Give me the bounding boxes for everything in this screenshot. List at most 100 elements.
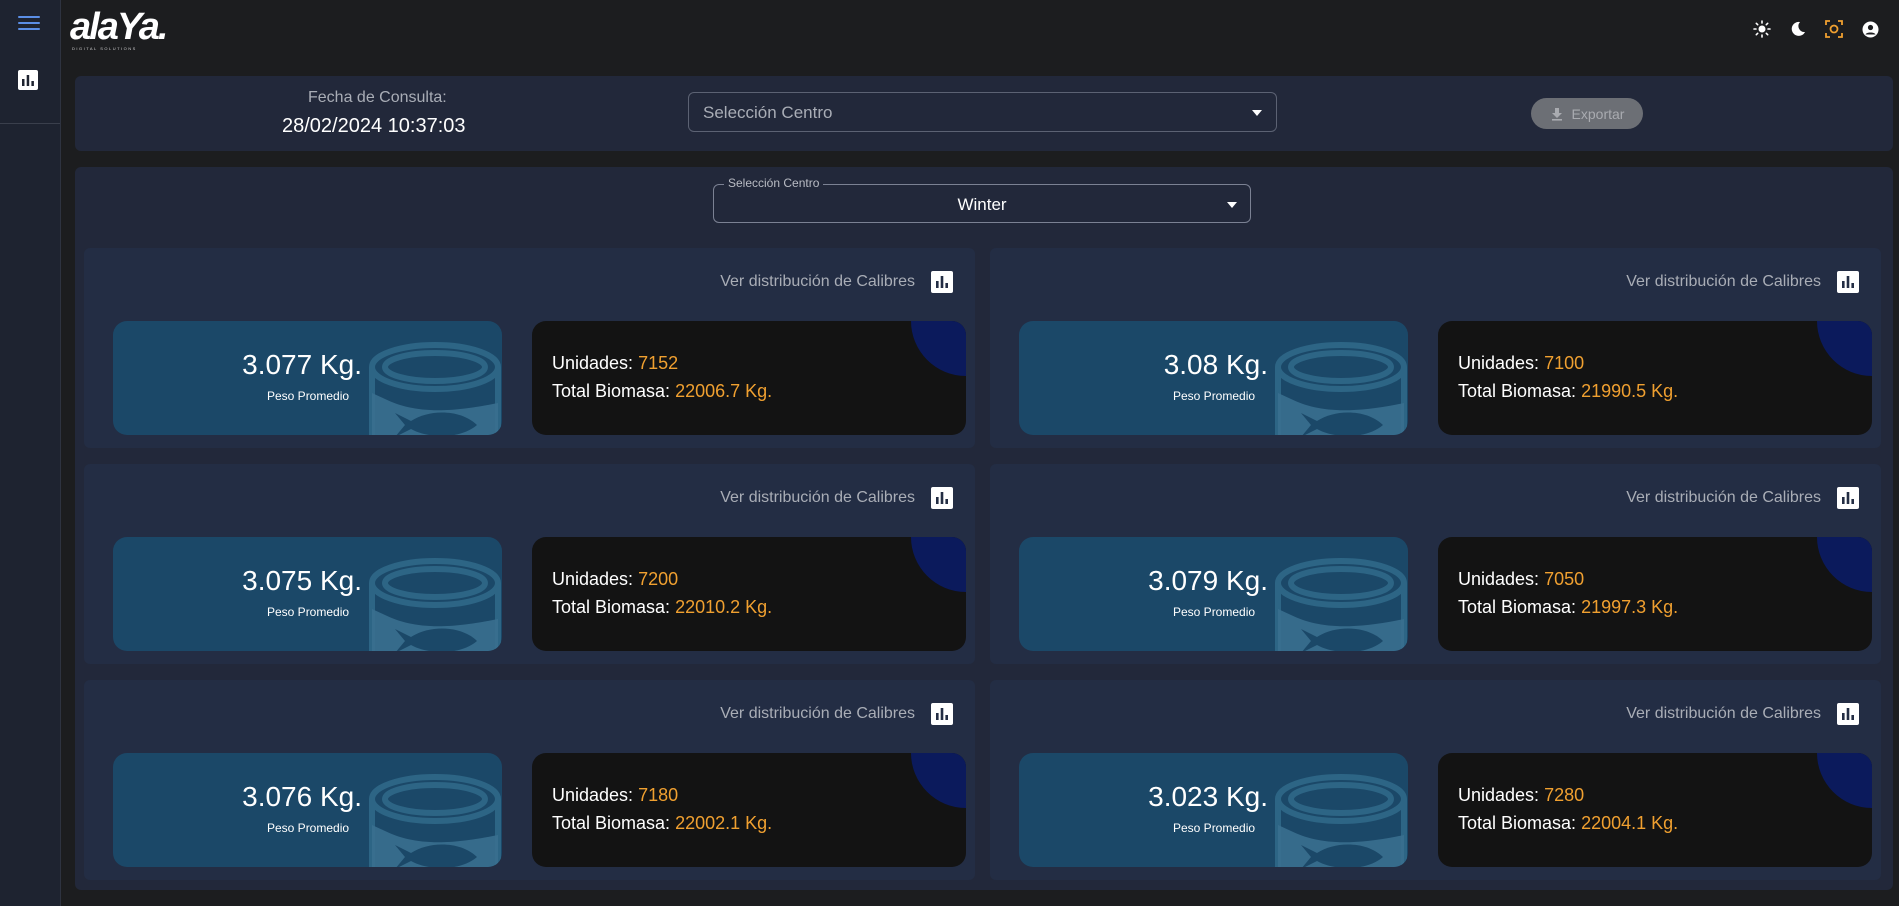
moon-icon[interactable] [1789,20,1807,38]
biomasa-value: 22006.7 Kg. [675,381,773,401]
biomasa-label: Total Biomasa: [1458,597,1577,617]
peso-promedio-value: 3.075 Kg. [242,565,362,596]
bar-chart-icon[interactable] [1837,271,1859,293]
peso-promedio-box: 3.023 Kg. Peso Promedio [1019,753,1408,867]
sidebar-divider [0,123,60,124]
fecha-value: 28/02/2024 10:37:03 [282,115,466,137]
fish-can-icon [369,774,501,867]
peso-promedio-value: 3.08 Kg. [1163,349,1268,380]
bar-chart-icon[interactable] [1837,703,1859,725]
centro-select-placeholder: Selección Centro [703,103,833,122]
biomasa-label: Total Biomasa: [1458,381,1577,401]
biomasa-label: Total Biomasa: [1458,813,1577,833]
corner-decoration [1817,321,1872,376]
peso-promedio-box: 3.079 Kg. Peso Promedio [1019,537,1408,651]
peso-promedio-value: 3.076 Kg. [242,781,362,812]
bar-chart-icon[interactable] [1837,487,1859,509]
biomasa-label: Total Biomasa: [552,381,671,401]
peso-promedio-value: 3.023 Kg. [1148,781,1268,812]
fecha-label: Fecha de Consulta: [308,89,447,106]
chevron-down-icon [1227,202,1237,208]
info-box: Unidades: 7152 Total Biomasa: 22006.7 Kg… [532,321,966,435]
bar-chart-icon[interactable] [931,487,953,509]
info-box: Unidades: 7050 Total Biomasa: 21997.3 Kg… [1438,537,1872,651]
biomasa-row: Total Biomasa: 22006.7 Kg. [552,381,772,402]
biomasa-row: Total Biomasa: 22010.2 Kg. [552,597,772,618]
biomasa-value: 22004.1 Kg. [1581,813,1679,833]
info-box: Unidades: 7280 Total Biomasa: 22004.1 Kg… [1438,753,1872,867]
stats-card: Ver distribución de Calibres 3.08 Kg. Pe… [990,248,1881,448]
unidades-label: Unidades: [552,785,634,805]
unidades-label: Unidades: [1458,569,1540,589]
info-box: Unidades: 7100 Total Biomasa: 21990.5 Kg… [1438,321,1872,435]
unidades-value: 7180 [638,785,679,805]
peso-promedio-label: Peso Promedio [1173,389,1256,403]
unidades-label: Unidades: [1458,353,1540,373]
biomasa-label: Total Biomasa: [552,597,671,617]
ver-distribucion-link[interactable]: Ver distribución de Calibres [720,489,915,507]
unidades-value: 7152 [638,353,679,373]
corner-decoration [1817,753,1872,808]
header-actions [1753,20,1879,38]
fish-can-icon [1275,342,1407,435]
peso-promedio-label: Peso Promedio [267,389,350,403]
peso-promedio-label: Peso Promedio [267,821,350,835]
peso-promedio-label: Peso Promedio [267,605,350,619]
sun-icon[interactable] [1753,20,1771,38]
peso-promedio-label: Peso Promedio [1173,821,1256,835]
peso-promedio-value: 3.077 Kg. [242,349,362,380]
download-icon [1551,107,1562,121]
biomasa-row: Total Biomasa: 21997.3 Kg. [1458,597,1678,618]
corner-decoration [911,537,966,592]
unidades-value: 7200 [638,569,679,589]
peso-promedio-box: 3.08 Kg. Peso Promedio [1019,321,1408,435]
stats-card: Ver distribución de Calibres 3.023 Kg. P… [990,680,1881,880]
centro-select-main[interactable]: Selección Centro Winter [713,176,1251,223]
fish-can-icon [1275,774,1407,867]
stats-card: Ver distribución de Calibres 3.077 Kg. P… [84,248,975,448]
ver-distribucion-link[interactable]: Ver distribución de Calibres [1626,705,1821,723]
menu-icon[interactable] [18,16,40,32]
chart-nav-icon[interactable] [18,70,38,90]
peso-promedio-box: 3.075 Kg. Peso Promedio [113,537,502,651]
biomasa-value: 21997.3 Kg. [1581,597,1679,617]
unidades-row: Unidades: 7280 [1458,785,1584,806]
centro-select-top[interactable]: Selección Centro [688,92,1277,132]
fish-can-icon [369,342,501,435]
unidades-value: 7100 [1544,353,1585,373]
biomasa-row: Total Biomasa: 22002.1 Kg. [552,813,772,834]
unidades-row: Unidades: 7050 [1458,569,1584,590]
peso-promedio-box: 3.077 Kg. Peso Promedio [113,321,502,435]
fish-can-icon [369,558,501,651]
export-button[interactable]: Exportar [1531,98,1643,129]
info-box: Unidades: 7180 Total Biomasa: 22002.1 Kg… [532,753,966,867]
biomasa-value: 21990.5 Kg. [1581,381,1679,401]
unidades-row: Unidades: 7180 [552,785,678,806]
peso-promedio-label: Peso Promedio [1173,605,1256,619]
logo-text: alaYa. [70,6,168,48]
ver-distribucion-link[interactable]: Ver distribución de Calibres [1626,273,1821,291]
stats-card: Ver distribución de Calibres 3.076 Kg. P… [84,680,975,880]
stats-card: Ver distribución de Calibres 3.075 Kg. P… [84,464,975,664]
focus-icon[interactable] [1825,20,1843,38]
unidades-label: Unidades: [552,353,634,373]
account-icon[interactable] [1861,20,1879,38]
ver-distribucion-link[interactable]: Ver distribución de Calibres [1626,489,1821,507]
biomasa-label: Total Biomasa: [552,813,671,833]
unidades-row: Unidades: 7100 [1458,353,1584,374]
corner-decoration [911,753,966,808]
bar-chart-icon[interactable] [931,271,953,293]
ver-distribucion-link[interactable]: Ver distribución de Calibres [720,273,915,291]
unidades-row: Unidades: 7152 [552,353,678,374]
biomasa-value: 22010.2 Kg. [675,597,773,617]
ver-distribucion-link[interactable]: Ver distribución de Calibres [720,705,915,723]
bar-chart-icon[interactable] [931,703,953,725]
centro-select-legend: Selección Centro [724,176,824,190]
biomasa-row: Total Biomasa: 21990.5 Kg. [1458,381,1678,402]
sidebar [0,0,61,906]
chevron-down-icon [1252,110,1262,116]
export-label: Exportar [1571,105,1625,122]
unidades-row: Unidades: 7200 [552,569,678,590]
peso-promedio-value: 3.079 Kg. [1148,565,1268,596]
biomasa-row: Total Biomasa: 22004.1 Kg. [1458,813,1678,834]
